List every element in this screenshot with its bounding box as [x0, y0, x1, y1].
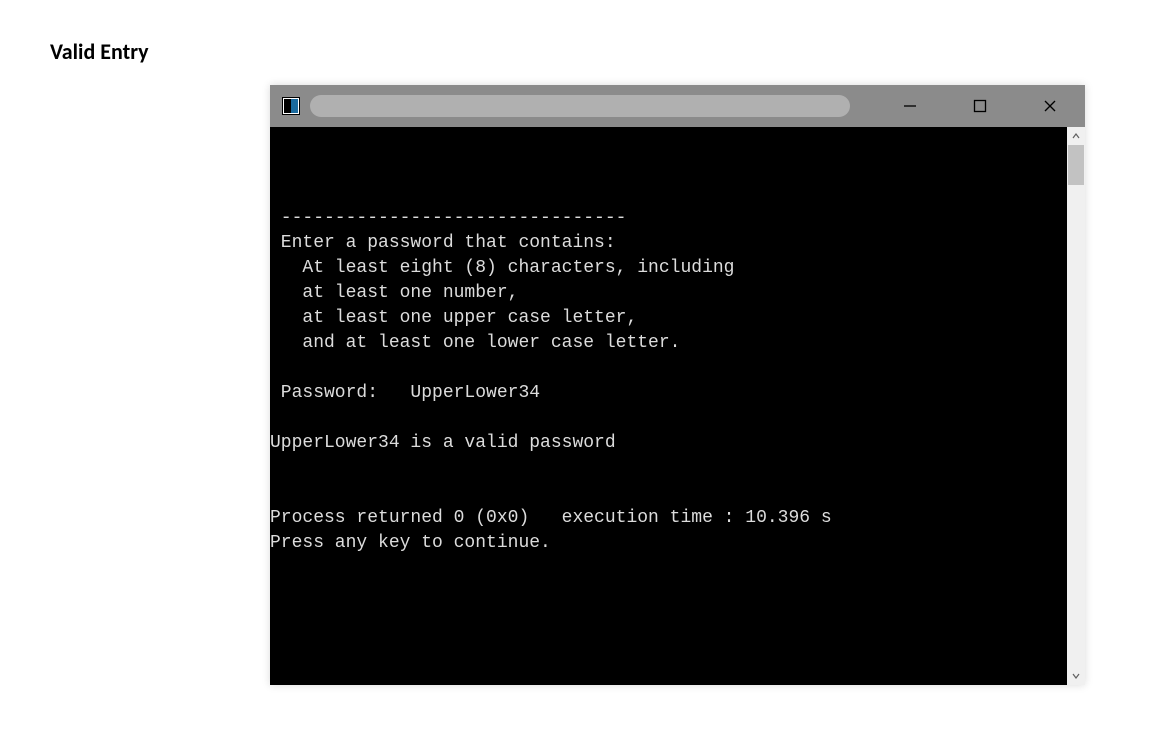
page-heading: Valid Entry: [50, 38, 149, 65]
console-window: -------------------------------- Enter a…: [270, 85, 1085, 685]
close-button[interactable]: [1015, 85, 1085, 127]
maximize-button[interactable]: [945, 85, 1015, 127]
titlebar-path: [310, 95, 850, 117]
scroll-thumb[interactable]: [1068, 145, 1084, 185]
console-wrap: -------------------------------- Enter a…: [270, 127, 1085, 685]
titlebar[interactable]: [270, 85, 1085, 127]
console-output[interactable]: -------------------------------- Enter a…: [270, 127, 1067, 685]
scroll-down-arrow[interactable]: [1067, 667, 1085, 685]
vertical-scrollbar[interactable]: [1067, 127, 1085, 685]
scroll-up-arrow[interactable]: [1067, 127, 1085, 145]
console-text: -------------------------------- Enter a…: [270, 181, 1067, 556]
app-icon: [282, 97, 300, 115]
minimize-button[interactable]: [875, 85, 945, 127]
window-controls: [875, 85, 1085, 127]
